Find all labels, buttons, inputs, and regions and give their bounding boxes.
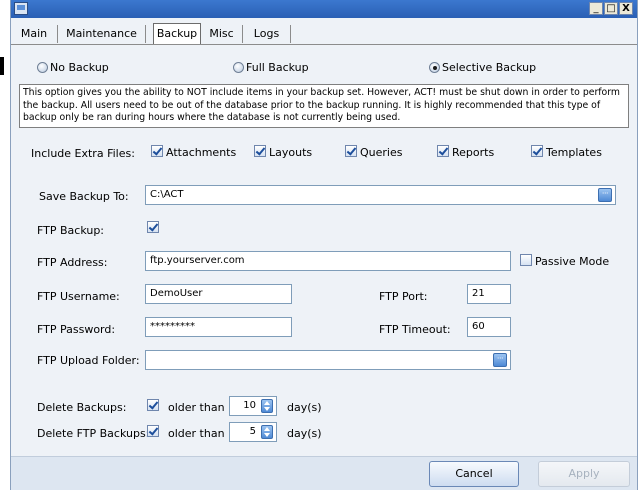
delete-backups-older-than-label: older than	[168, 401, 225, 414]
tab-misc[interactable]: Misc	[201, 25, 243, 43]
save-backup-browse-button[interactable]: ···	[598, 188, 612, 202]
reports-checkbox[interactable]	[437, 145, 449, 157]
delete-backups-label: Delete Backups:	[37, 401, 127, 414]
ftp-password-input[interactable]: *********	[145, 317, 292, 337]
tab-divider	[11, 44, 637, 45]
ftp-username-label: FTP Username:	[37, 290, 120, 303]
include-extra-files-label: Include Extra Files:	[31, 147, 135, 160]
ftp-port-input[interactable]: 21	[467, 284, 511, 304]
ftp-backup-checkbox[interactable]	[147, 221, 159, 233]
radio-no-backup-label[interactable]: No Backup	[50, 61, 109, 74]
delete-ftp-backups-days-spinner[interactable]	[261, 425, 273, 439]
cancel-button[interactable]: Cancel	[429, 461, 519, 487]
delete-backups-unit-label: day(s)	[287, 401, 322, 414]
tab-logs[interactable]: Logs	[243, 25, 291, 43]
delete-backups-checkbox[interactable]	[147, 399, 159, 411]
ftp-username-input[interactable]: DemoUser	[145, 284, 292, 304]
ftp-upload-folder-input[interactable]	[145, 350, 511, 370]
ftp-timeout-label: FTP Timeout:	[379, 323, 451, 336]
ftp-address-label: FTP Address:	[37, 256, 108, 269]
ftp-upload-folder-label: FTP Upload Folder:	[37, 354, 140, 367]
queries-checkbox[interactable]	[345, 145, 357, 157]
layouts-label[interactable]: Layouts	[269, 146, 312, 159]
templates-label[interactable]: Templates	[546, 146, 602, 159]
delete-ftp-backups-checkbox[interactable]	[147, 425, 159, 437]
selective-backup-description: This option gives you the ability to NOT…	[19, 84, 629, 128]
queries-label[interactable]: Queries	[360, 146, 402, 159]
layouts-checkbox[interactable]	[254, 145, 266, 157]
backup-settings-window: _ □ X Main Maintenance Backup Misc Logs …	[10, 0, 638, 490]
delete-ftp-backups-older-than-label: older than	[168, 427, 225, 440]
ftp-password-label: FTP Password:	[37, 323, 116, 336]
tab-backup[interactable]: Backup	[153, 23, 201, 45]
attachments-checkbox[interactable]	[151, 145, 163, 157]
delete-ftp-backups-label: Delete FTP Backups:	[37, 427, 150, 440]
radio-selective-backup-label[interactable]: Selective Backup	[442, 61, 536, 74]
tab-maintenance[interactable]: Maintenance	[58, 25, 146, 43]
delete-ftp-backups-unit-label: day(s)	[287, 427, 322, 440]
delete-backups-days-spinner[interactable]	[261, 399, 273, 413]
app-window-icon	[14, 2, 28, 15]
close-button[interactable]: X	[619, 2, 633, 15]
apply-button[interactable]: Apply	[538, 461, 630, 487]
attachments-label[interactable]: Attachments	[166, 146, 236, 159]
ftp-port-label: FTP Port:	[379, 290, 428, 303]
radio-full-backup-label[interactable]: Full Backup	[246, 61, 309, 74]
radio-full-backup[interactable]	[233, 62, 244, 73]
passive-mode-checkbox[interactable]	[520, 254, 532, 266]
tab-main[interactable]: Main	[11, 25, 58, 43]
ftp-address-input[interactable]: ftp.yourserver.com	[145, 251, 511, 271]
ftp-upload-folder-browse-button[interactable]: ···	[493, 353, 507, 367]
minimize-button[interactable]: _	[589, 2, 603, 15]
save-backup-path-input[interactable]: C:\ACT	[145, 185, 616, 205]
title-bar[interactable]: _ □ X	[11, 0, 637, 18]
passive-mode-label[interactable]: Passive Mode	[535, 255, 609, 268]
radio-selective-backup[interactable]	[429, 62, 440, 73]
templates-checkbox[interactable]	[531, 145, 543, 157]
ftp-backup-label: FTP Backup:	[37, 224, 105, 237]
radio-no-backup[interactable]	[37, 62, 48, 73]
reports-label[interactable]: Reports	[452, 146, 494, 159]
ftp-timeout-input[interactable]: 60	[467, 317, 511, 337]
background-edge-mark	[0, 57, 4, 75]
tab-strip: Main Maintenance Backup Misc Logs	[11, 18, 637, 45]
save-backup-label: Save Backup To:	[39, 190, 129, 203]
maximize-button[interactable]: □	[604, 2, 618, 15]
